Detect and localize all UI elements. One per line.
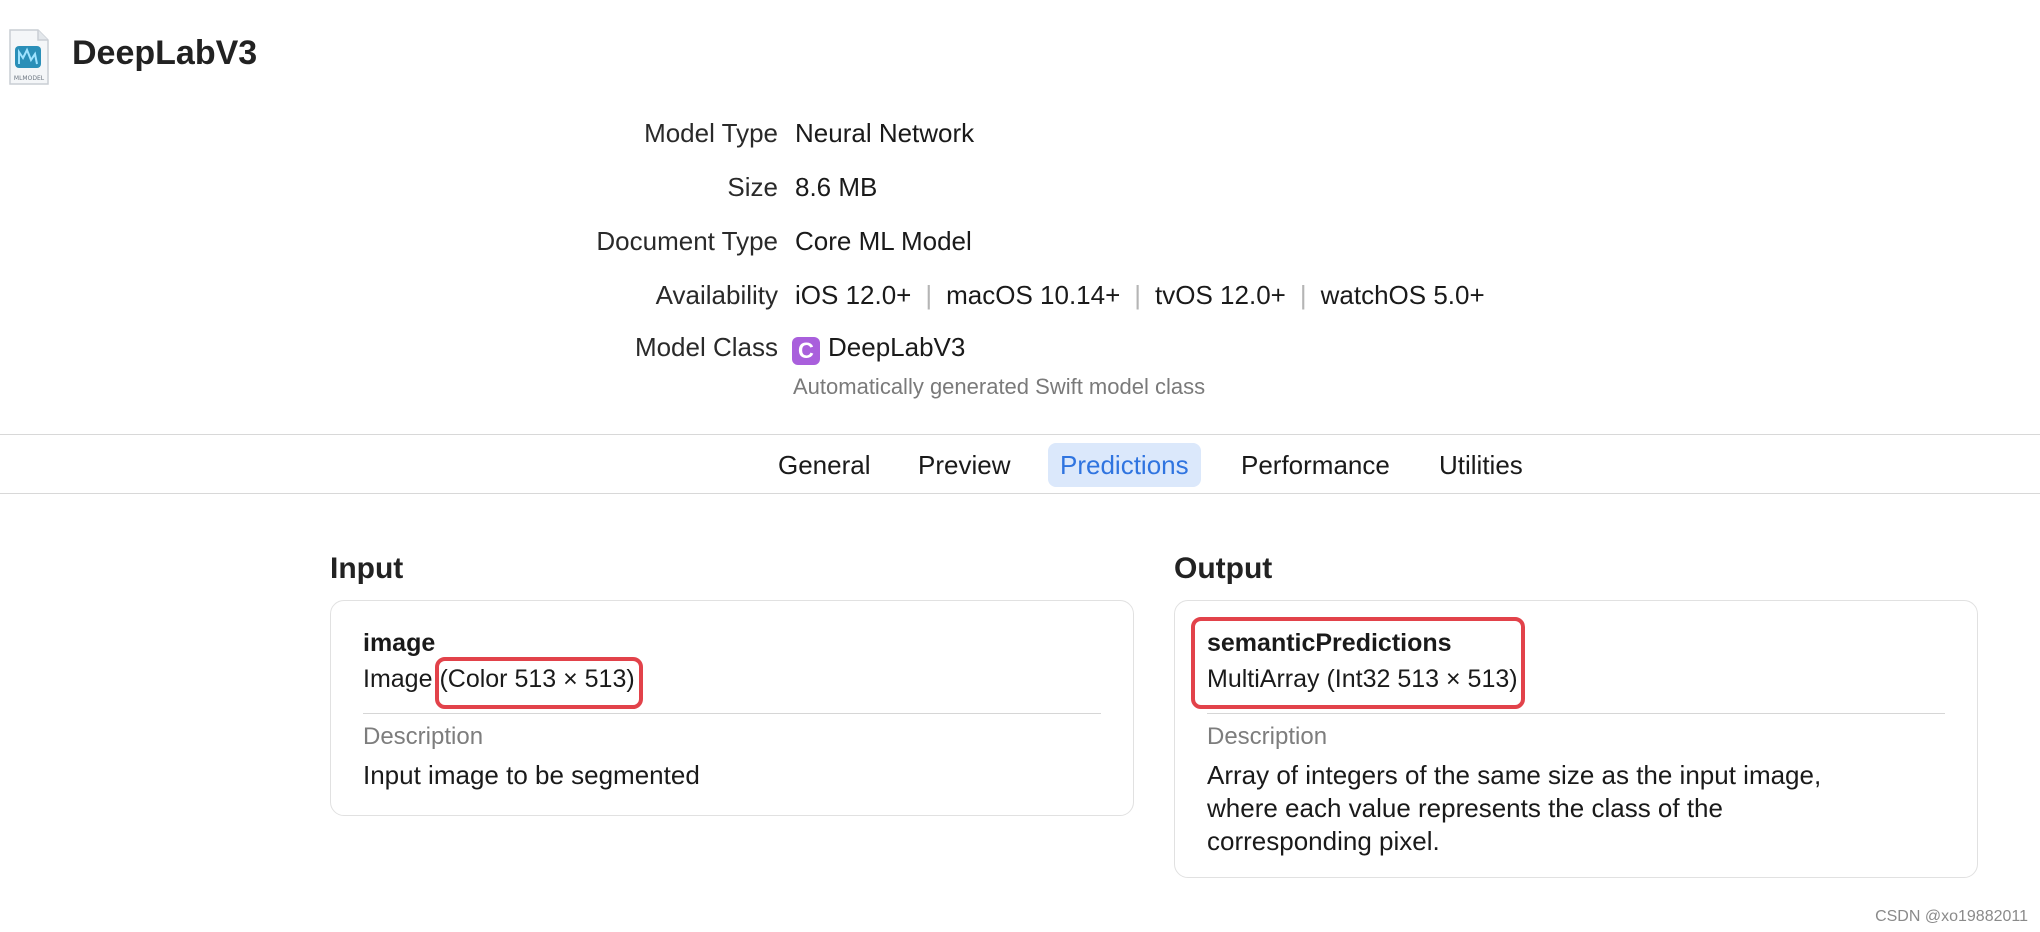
model-class-link[interactable]: DeepLabV3 — [828, 332, 965, 362]
input-type-prefix: Image — [363, 665, 433, 693]
output-section-title: Output — [1174, 552, 1273, 585]
output-description: Array of integers of the same size as th… — [1207, 759, 1821, 858]
input-type-highlight — [435, 657, 643, 709]
platform-separator: | — [1134, 280, 1142, 310]
size-label: Size — [727, 172, 778, 202]
meta-row-model-type: Model Type Neural Network — [0, 118, 2040, 158]
tab-preview[interactable]: Preview — [906, 443, 1022, 487]
platform-separator: | — [1299, 280, 1307, 310]
model-type-label: Model Type — [644, 118, 778, 148]
tab-predictions[interactable]: Predictions — [1048, 443, 1201, 487]
output-type-highlight — [1191, 617, 1525, 709]
tab-performance[interactable]: Performance — [1229, 443, 1402, 487]
input-feature-name: image — [363, 629, 436, 657]
input-section-title: Input — [330, 552, 404, 585]
output-panel: semanticPredictions MultiArray (Int32 51… — [1174, 600, 1978, 878]
input-description: Input image to be segmented — [363, 760, 700, 790]
model-class-value[interactable]: C DeepLabV3 — [792, 332, 965, 365]
tab-utilities[interactable]: Utilities — [1427, 443, 1535, 487]
platform-ios: iOS 12.0+ — [795, 280, 912, 310]
watermark: CSDN @xo19882011 — [1875, 908, 2028, 925]
model-type-value: Neural Network — [795, 118, 975, 148]
output-description-label: Description — [1207, 723, 1328, 750]
size-value: 8.6 MB — [795, 172, 878, 202]
model-title: DeepLabV3 — [72, 34, 258, 72]
platform-separator: | — [925, 280, 933, 310]
mlmodel-file-icon: MLMODEL — [8, 28, 50, 86]
meta-row-model-class: Model Class C DeepLabV3 — [0, 332, 2040, 372]
model-class-label: Model Class — [634, 332, 778, 362]
output-divider — [1207, 713, 1945, 714]
meta-row-size: Size 8.6 MB — [0, 172, 2040, 212]
availability-value: iOS 12.0+ | macOS 10.14+ | tvOS 12.0+ | watchO… — [795, 280, 1485, 311]
input-panel: image Image (Color 513 × 513) Descriptio… — [330, 600, 1134, 816]
document-type-value: Core ML Model — [795, 226, 972, 256]
meta-row-availability: Availability iOS 12.0+ | macOS 10.14+ | tvOS… — [0, 280, 2040, 320]
document-type-label: Document Type — [596, 226, 778, 256]
model-class-note: Automatically generated Swift model clas… — [793, 374, 1206, 399]
output-description-line: Array of integers of the same size as th… — [1207, 760, 1822, 790]
platform-macos: macOS 10.14+ — [946, 280, 1121, 310]
platform-watchos: watchOS 5.0+ — [1320, 280, 1485, 310]
svg-text:MLMODEL: MLMODEL — [14, 75, 45, 82]
platform-tvos: tvOS 12.0+ — [1155, 280, 1286, 310]
availability-label: Availability — [655, 280, 778, 310]
output-description-line: where each value represents the class of… — [1207, 793, 1723, 823]
swift-class-icon: C — [792, 337, 820, 365]
tab-general[interactable]: General — [766, 443, 883, 487]
output-description-line: corresponding pixel. — [1207, 826, 1440, 856]
tab-bar: General Preview Predictions Performance … — [0, 434, 2040, 494]
meta-row-document-type: Document Type Core ML Model — [0, 226, 2040, 266]
input-description-label: Description — [363, 723, 484, 750]
input-divider — [363, 713, 1101, 714]
